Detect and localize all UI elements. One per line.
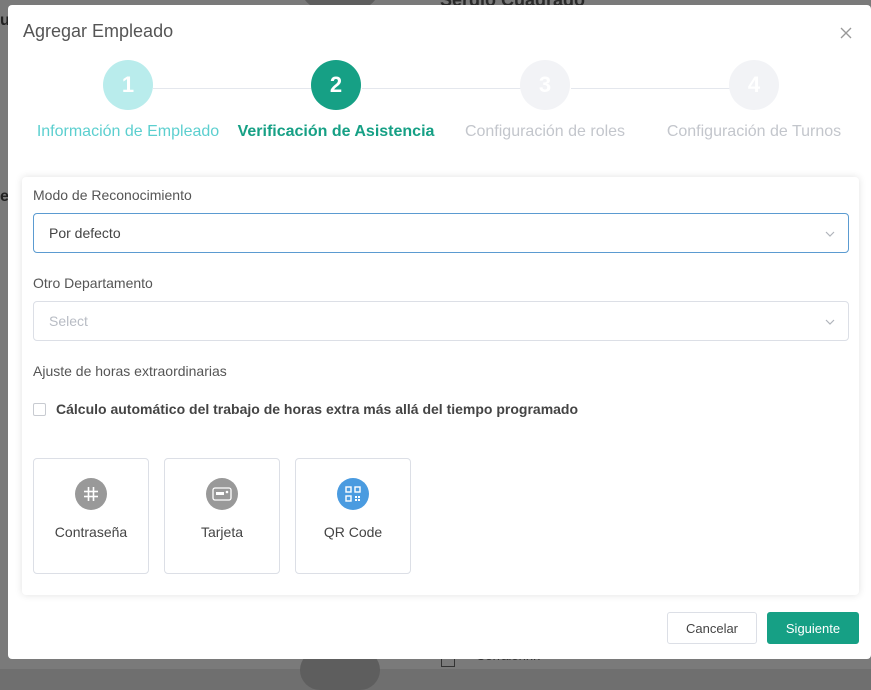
step-label: Configuración de roles bbox=[464, 123, 626, 140]
card-icon bbox=[206, 478, 238, 510]
recognition-mode-label: Modo de Reconocimiento bbox=[33, 187, 192, 203]
cancel-button[interactable]: Cancelar bbox=[667, 612, 757, 644]
method-qr-card[interactable]: QR Code bbox=[295, 458, 411, 574]
chevron-down-icon bbox=[825, 319, 835, 325]
step-number: 4 bbox=[729, 60, 779, 110]
step-label: Verificación de Asistencia bbox=[237, 123, 435, 140]
next-button[interactable]: Siguiente bbox=[767, 612, 859, 644]
add-employee-dialog: Agregar Empleado 1 Información de Emplea… bbox=[8, 5, 871, 659]
step-label: Información de Empleado bbox=[36, 123, 220, 140]
method-label: Contraseña bbox=[54, 524, 128, 540]
form-panel: Modo de Reconocimiento Por defecto Otro … bbox=[22, 177, 859, 595]
step-number: 2 bbox=[311, 60, 361, 110]
auto-overtime-option[interactable]: Cálculo automático del trabajo de horas … bbox=[33, 401, 578, 417]
overtime-settings-label: Ajuste de horas extraordinarias bbox=[33, 363, 227, 379]
auto-overtime-checkbox[interactable] bbox=[33, 402, 46, 416]
step-shift-config: 4 Configuración de Turnos bbox=[644, 60, 864, 141]
method-label: Tarjeta bbox=[200, 524, 244, 540]
step-employee-info: 1 Información de Empleado bbox=[18, 60, 238, 141]
select-value: Por defecto bbox=[49, 225, 121, 241]
auto-overtime-label: Cálculo automático del trabajo de horas … bbox=[56, 401, 579, 417]
select-placeholder: Select bbox=[49, 313, 88, 329]
chevron-down-icon bbox=[825, 231, 835, 237]
step-attendance-verification: 2 Verificación de Asistencia bbox=[226, 60, 446, 141]
stepper: 1 Información de Empleado 2 Verificación… bbox=[8, 60, 871, 160]
step-role-config: 3 Configuración de roles bbox=[435, 60, 655, 141]
other-department-label: Otro Departamento bbox=[33, 275, 153, 291]
step-number: 3 bbox=[520, 60, 570, 110]
step-label: Configuración de Turnos bbox=[666, 123, 842, 140]
qr-code-icon bbox=[337, 478, 369, 510]
hash-icon bbox=[75, 478, 107, 510]
method-password-card[interactable]: Contraseña bbox=[33, 458, 149, 574]
close-button[interactable] bbox=[836, 23, 856, 43]
dialog-title: Agregar Empleado bbox=[23, 21, 174, 41]
close-icon bbox=[840, 27, 852, 39]
method-label: QR Code bbox=[323, 524, 383, 540]
other-department-select[interactable]: Select bbox=[33, 301, 849, 341]
recognition-mode-select[interactable]: Por defecto bbox=[33, 213, 849, 253]
step-number: 1 bbox=[103, 60, 153, 110]
method-card-card[interactable]: Tarjeta bbox=[164, 458, 280, 574]
